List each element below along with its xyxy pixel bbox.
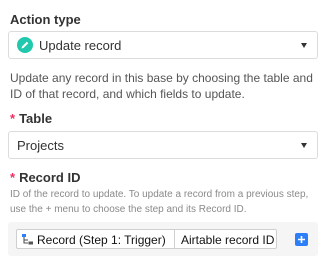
table-label: * Table: [10, 111, 52, 126]
record-id-label: * Record ID: [10, 170, 80, 185]
action-type-description: Update any record in this base by choosi…: [10, 71, 313, 101]
pencil-icon: [17, 37, 33, 53]
chevron-down-icon: [301, 143, 307, 148]
record-token-field[interactable]: Airtable record ID: [174, 229, 277, 249]
update-record-action-panel: Action type Update record Update any rec…: [0, 0, 331, 264]
record-token-source[interactable]: Record (Step 1: Trigger): [16, 229, 174, 249]
table-label-text: Table: [19, 111, 53, 126]
record-token-source-text: Record (Step 1: Trigger): [37, 233, 166, 247]
action-type-value: Update record: [39, 38, 122, 53]
record-id-label-text: Record ID: [19, 170, 81, 185]
trigger-step-icon: [22, 234, 33, 245]
add-token-button[interactable]: [295, 233, 308, 246]
table-value: Projects: [17, 138, 64, 153]
required-indicator: *: [10, 170, 16, 185]
table-select[interactable]: Projects: [8, 131, 318, 159]
chevron-down-icon: [301, 43, 307, 48]
record-id-help-text: ID of the record to update. To update a …: [10, 189, 309, 215]
required-indicator: *: [10, 111, 16, 126]
record-id-input[interactable]: Record (Step 1: Trigger) Airtable record…: [8, 222, 318, 256]
action-type-select[interactable]: Update record: [8, 31, 318, 59]
plus-icon: [298, 236, 305, 243]
action-type-label: Action type: [10, 12, 81, 27]
record-token-field-text: Airtable record ID: [181, 233, 275, 247]
